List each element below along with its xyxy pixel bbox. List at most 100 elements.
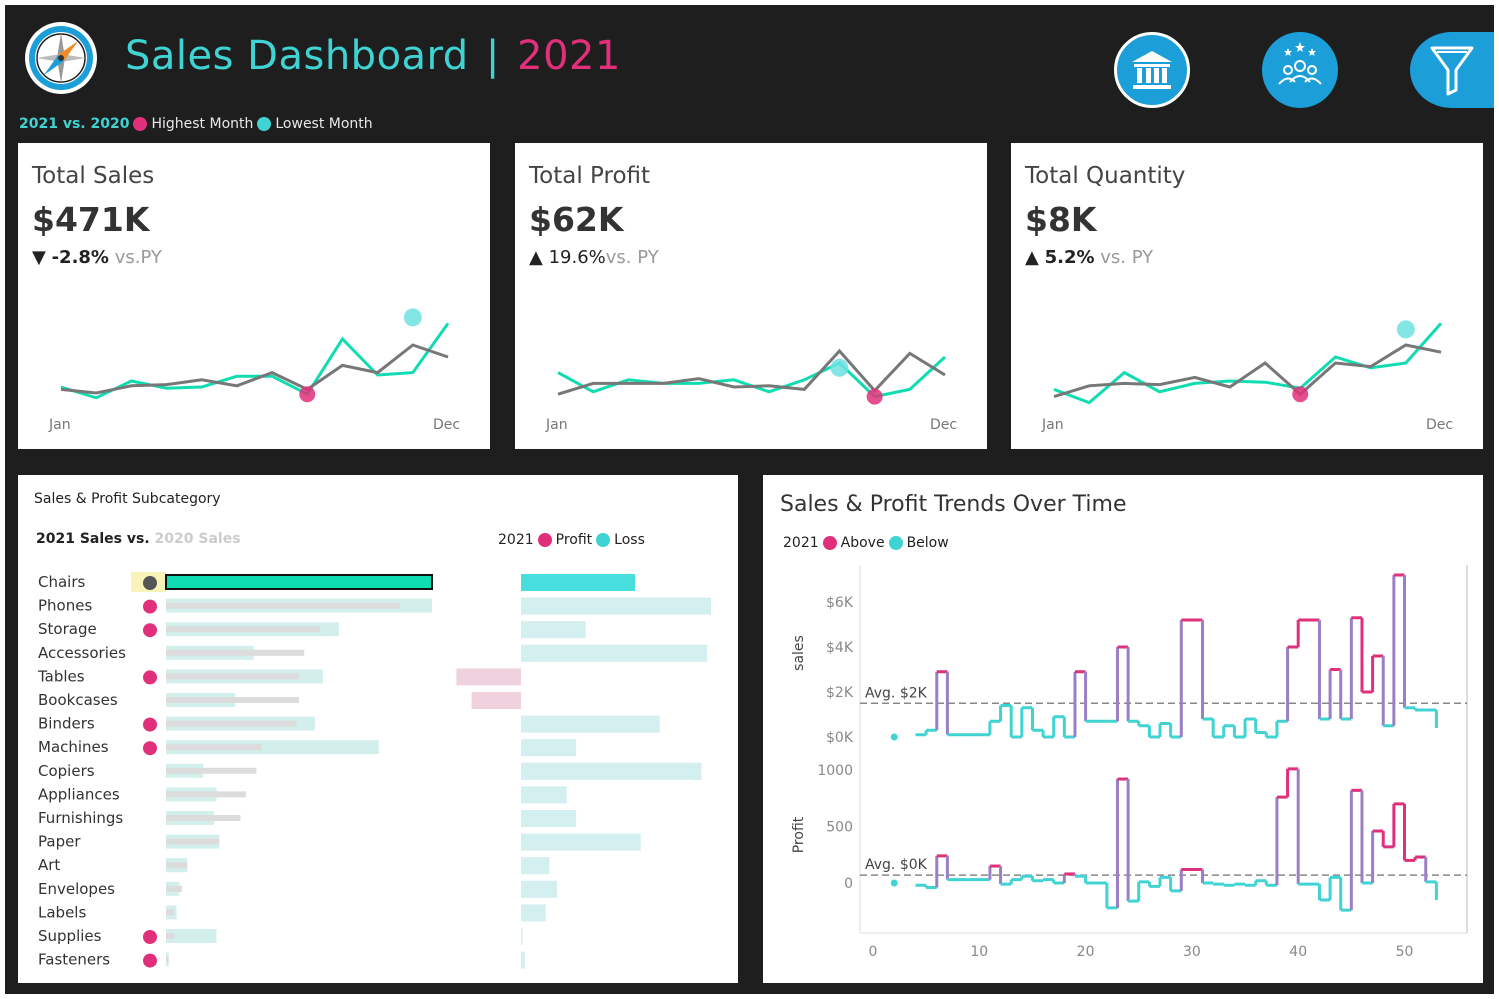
sales-bar-2020 bbox=[166, 720, 297, 727]
category-label: Chairs bbox=[38, 573, 86, 591]
kpi-delta: ▲ 19.6%vs. PY bbox=[529, 247, 659, 268]
kpi-card-total-quantity[interactable]: Jan Dec Total Quantity $8K ▲ 5.2% vs. PY bbox=[1011, 143, 1483, 449]
sales-bar-2020 bbox=[166, 626, 321, 633]
kpi-value: $471K bbox=[32, 200, 150, 239]
sales-bar-2020 bbox=[166, 885, 182, 892]
sales-tick-label: $2K bbox=[826, 685, 854, 701]
category-label: Fasteners bbox=[38, 951, 110, 969]
filter-button[interactable] bbox=[1410, 32, 1494, 108]
sales-bar-2020 bbox=[166, 744, 262, 751]
down-arrow-icon: ▼ bbox=[32, 247, 46, 268]
sales-bar-2020 bbox=[166, 956, 169, 963]
profit-bar bbox=[521, 621, 586, 639]
sparkline-2020 bbox=[1053, 343, 1442, 399]
profit-bar bbox=[521, 904, 546, 922]
filter-icon bbox=[1430, 46, 1474, 96]
profit-start-point bbox=[890, 879, 898, 887]
profit-bar bbox=[521, 833, 641, 851]
subcategory-marker bbox=[143, 599, 157, 614]
sparkline-2021 bbox=[1053, 322, 1443, 405]
week-tick-label: 30 bbox=[1183, 944, 1201, 960]
legend-highest-label: Highest Month bbox=[151, 116, 254, 132]
profit-bar bbox=[521, 857, 550, 875]
kpi-card-total-sales[interactable]: Jan Dec Total Sales $471K ▼ -2.8% vs.PY bbox=[18, 143, 490, 449]
sales-bar-2020 bbox=[166, 697, 299, 703]
category-label: Envelopes bbox=[38, 880, 115, 898]
week-tick-label: 20 bbox=[1077, 944, 1095, 960]
sales-start-point bbox=[890, 733, 898, 741]
sales-bar-2020 bbox=[166, 838, 220, 845]
category-label: Paper bbox=[38, 833, 81, 851]
high-month-marker bbox=[1396, 320, 1415, 339]
sales-tick-label: $4K bbox=[826, 640, 854, 656]
category-label: Phones bbox=[38, 597, 92, 615]
profit-bar bbox=[456, 668, 521, 686]
category-label: Furnishings bbox=[38, 809, 123, 827]
sparkline-2020 bbox=[557, 348, 946, 396]
title-year: 2021 bbox=[517, 33, 621, 79]
sales-bar-2020 bbox=[166, 815, 241, 821]
profit-bar bbox=[521, 928, 523, 945]
category-label: Appliances bbox=[38, 785, 120, 803]
top-legend: 2021 vs. 2020 Highest Month Lowest Month bbox=[19, 116, 373, 132]
sales-bar-2020 bbox=[166, 862, 188, 869]
people-rating-icon bbox=[1278, 42, 1322, 85]
sales-bar-2021 bbox=[165, 574, 433, 590]
sales-bar-2020 bbox=[166, 649, 305, 656]
profit-bar bbox=[521, 810, 577, 827]
legend-lowest-label: Lowest Month bbox=[275, 116, 373, 132]
sparkline-end-label: Dec bbox=[433, 417, 460, 433]
sparkline-start-label: Jan bbox=[48, 417, 71, 433]
subcategory-panel: Sales & Profit Subcategory 2021 Sales vs… bbox=[18, 475, 738, 983]
category-label: Bookcases bbox=[38, 691, 118, 709]
legend-lowest-dot bbox=[257, 117, 272, 131]
profit-bar bbox=[471, 692, 521, 709]
up-arrow-icon: ▲ bbox=[529, 247, 543, 268]
sales-bar-2020 bbox=[166, 933, 174, 939]
sales-tick-label: $6K bbox=[826, 595, 854, 611]
sparkline-2021 bbox=[60, 322, 450, 400]
sparkline-end-label: Dec bbox=[930, 417, 957, 433]
bank-button[interactable] bbox=[1114, 32, 1190, 108]
kpi-delta-vs: vs. PY bbox=[1094, 247, 1154, 268]
profit-bar bbox=[521, 715, 660, 733]
title-text: Sales Dashboard bbox=[125, 33, 469, 79]
page-title: Sales Dashboard | 2021 bbox=[125, 33, 621, 79]
profit-bar bbox=[521, 644, 708, 662]
kpi-title: Total Sales bbox=[32, 163, 155, 189]
compass-logo-icon bbox=[25, 22, 97, 94]
subcategory-marker bbox=[143, 930, 157, 944]
team-rating-button[interactable] bbox=[1262, 32, 1338, 108]
subcategory-chart: Chairs Phones Storage Accessories Tables Book… bbox=[37, 572, 711, 969]
category-label: Tables bbox=[37, 667, 85, 685]
trend-chart: $0K $2K $4K $6K 0 500 1000 0 10 20 30 40 50 sales Prof… bbox=[791, 565, 1468, 960]
trend-panel: Sales & Profit Trends Over Time 2021 Abo… bbox=[763, 475, 1483, 983]
sales-tick-label: $0K bbox=[826, 730, 854, 746]
category-label: Accessories bbox=[38, 644, 126, 662]
sparkline-start-label: Jan bbox=[545, 417, 568, 433]
kpi-value: $62K bbox=[529, 200, 624, 239]
low-month-marker bbox=[299, 386, 316, 403]
week-tick-label: 40 bbox=[1289, 944, 1307, 960]
category-label: Machines bbox=[38, 738, 109, 756]
sales-bar-2020 bbox=[166, 791, 246, 798]
bank-icon bbox=[1132, 51, 1172, 89]
kpi-value: $8K bbox=[1025, 200, 1097, 239]
category-label: Storage bbox=[38, 620, 97, 638]
sparkline-end-label: Dec bbox=[1426, 417, 1453, 433]
subcategory-marker bbox=[143, 741, 157, 756]
legend-highest-dot bbox=[133, 117, 148, 131]
week-tick-label: 10 bbox=[970, 944, 988, 960]
kpi-title: Total Profit bbox=[529, 163, 651, 189]
category-label: Supplies bbox=[38, 927, 102, 945]
kpi-delta: ▼ -2.8% vs.PY bbox=[32, 247, 162, 268]
sales-bar-2020 bbox=[166, 673, 299, 680]
profit-bar bbox=[521, 597, 711, 615]
high-month-marker bbox=[403, 308, 422, 327]
selected-marker bbox=[143, 576, 157, 590]
subcategory-marker bbox=[143, 717, 157, 732]
kpi-delta-value: 19.6% bbox=[548, 247, 606, 268]
sales-bar-2020 bbox=[166, 767, 257, 774]
kpi-card-total-profit[interactable]: Jan Dec Total Profit $62K ▲ 19.6%vs. PY bbox=[515, 143, 987, 449]
week-tick-label: 0 bbox=[869, 944, 878, 960]
